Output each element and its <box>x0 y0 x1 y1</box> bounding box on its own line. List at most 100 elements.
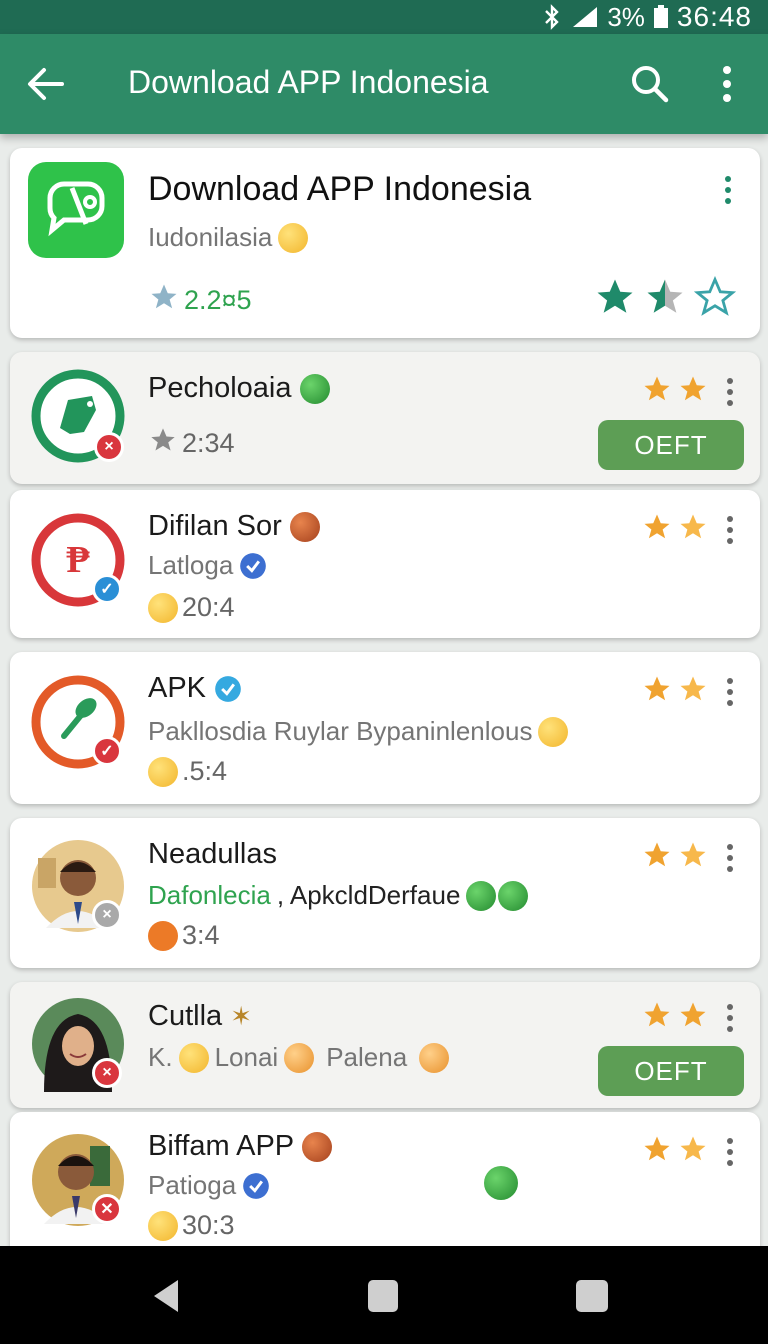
star-icon <box>644 514 670 539</box>
app-name: Biffam APP <box>148 1130 332 1163</box>
app-name-text: APK <box>148 672 207 704</box>
overflow-menu-icon[interactable] <box>712 62 742 106</box>
search-icon[interactable] <box>628 62 672 106</box>
green-face-emoji-icon <box>466 880 497 911</box>
developer-name: Pakllosdia Ruylar Bypaninlenlous <box>148 716 533 746</box>
developer-name: Patioga <box>148 1170 237 1200</box>
app-name-text: Biffam APP <box>148 1130 294 1162</box>
sparkle-icon: ✶ <box>230 1001 253 1031</box>
app-bar: Download APP Indonesia <box>0 34 768 134</box>
smiley-emoji-icon <box>419 1042 450 1073</box>
nav-recents-icon[interactable] <box>576 1280 608 1312</box>
star-icon <box>680 842 706 867</box>
smiley-emoji-icon <box>284 1042 315 1073</box>
devil-emoji-icon <box>301 1132 332 1163</box>
star-icon <box>148 426 178 461</box>
kebab-menu-icon[interactable] <box>724 376 736 408</box>
signal-icon <box>571 5 599 29</box>
close-badge-icon: × <box>92 900 122 930</box>
get-button[interactable]: OEFT <box>598 420 744 470</box>
page-title: Download APP Indonesia <box>128 64 489 100</box>
app-icon <box>28 162 124 258</box>
battery-icon <box>653 5 669 29</box>
app-developer: K. Lonai Palena <box>148 1042 450 1073</box>
kebab-menu-icon[interactable] <box>724 514 736 546</box>
star-icon <box>680 1136 706 1161</box>
featured-rating: 2.2¤5 <box>148 282 252 319</box>
nav-home-icon[interactable] <box>368 1280 398 1312</box>
app-list: Download APP Indonesia Iudonilasia 2.2¤5… <box>0 134 768 1246</box>
clock: 36:48 <box>676 1 752 32</box>
developer-name: Latloga <box>148 550 234 580</box>
star-half-icon <box>647 279 683 313</box>
subtitle-text: Iudonilasia <box>148 222 273 252</box>
smiley-emoji-icon <box>178 1042 209 1073</box>
coin-icon <box>148 756 178 787</box>
system-nav-bar <box>0 1246 768 1344</box>
star-icon <box>644 376 670 401</box>
star-icon <box>644 1136 670 1161</box>
rating-value: 30:3 <box>182 1210 235 1240</box>
green-face-emoji-icon <box>484 1166 518 1200</box>
green-face-emoji-icon <box>299 374 330 405</box>
app-name-text: Cutlla <box>148 1000 223 1032</box>
app-card[interactable]: ✕ Biffam APP Patioga 30:3 <box>10 1112 760 1246</box>
featured-app-title: Download APP Indonesia <box>148 170 532 208</box>
app-card[interactable]: ✓ APK Pakllosdia Ruylar Bypaninlenlous .… <box>10 652 760 804</box>
star-icon <box>644 842 670 867</box>
nav-back-icon[interactable] <box>150 1278 182 1314</box>
app-name: Difilan Sor <box>148 510 320 543</box>
star-icon <box>680 514 706 539</box>
verified-icon <box>240 552 267 579</box>
app-card[interactable]: × Neadullas Dafonlecia , ApkcldDerfaue 3… <box>10 818 760 968</box>
rating-value: 2.2¤5 <box>184 285 252 315</box>
battery-percent: 3% <box>607 1 645 32</box>
avatar: × <box>30 996 126 1092</box>
rating-value: 2:34 <box>182 428 235 458</box>
developer-name: Dafonlecia <box>148 880 271 910</box>
featured-app-card[interactable]: Download APP Indonesia Iudonilasia 2.2¤5 <box>10 148 760 338</box>
back-arrow-icon[interactable] <box>22 60 70 108</box>
star-icon <box>680 376 706 401</box>
kebab-menu-icon[interactable] <box>724 1136 736 1168</box>
kebab-menu-icon[interactable] <box>724 676 736 708</box>
app-developer: Dafonlecia , ApkcldDerfaue <box>148 880 529 911</box>
verified-icon <box>243 1172 270 1199</box>
coin-icon <box>148 592 178 623</box>
app-name-text: Difilan Sor <box>148 510 282 542</box>
app-name: Pecholoaia <box>148 372 330 405</box>
star-full-icon <box>597 279 633 313</box>
verified-badge-icon: ✓ <box>92 736 122 766</box>
smiley-emoji-icon <box>278 222 309 253</box>
featured-app-subtitle: Iudonilasia <box>148 222 309 253</box>
error-badge-icon: × <box>92 1058 122 1088</box>
verified-badge-icon: ✓ <box>92 574 122 604</box>
kebab-menu-icon[interactable] <box>722 174 734 206</box>
app-name: Neadullas <box>148 838 277 870</box>
avatar: × <box>30 838 126 934</box>
rating-value: .5:4 <box>182 756 228 786</box>
kebab-menu-icon[interactable] <box>724 842 736 874</box>
star-icon <box>644 1002 670 1027</box>
app-rating: 30:3 <box>148 1210 235 1241</box>
app-developer: Latloga <box>148 550 267 581</box>
app-developer: Patioga <box>148 1170 270 1201</box>
kebab-menu-icon[interactable] <box>724 1002 736 1034</box>
app-icon: × <box>30 368 126 464</box>
star-rating <box>642 674 708 704</box>
star-rating <box>642 1134 708 1164</box>
error-badge-icon: × <box>94 432 124 462</box>
developer-part: K. <box>148 1042 173 1072</box>
app-rating: 20:4 <box>148 592 235 623</box>
app-card[interactable]: × Pecholoaia 2:34 OEFT <box>10 352 760 484</box>
smiley-emoji-icon <box>538 716 569 747</box>
star-rating <box>642 840 708 870</box>
star-rating <box>642 374 708 404</box>
star-icon <box>148 282 180 319</box>
app-card[interactable]: × Cutlla ✶ K. Lonai Palena OEFT <box>10 982 760 1108</box>
app-card[interactable]: ₱ ✓ Difilan Sor Latloga 20:4 <box>10 490 760 638</box>
app-icon: ✓ <box>30 674 126 770</box>
rating-value: 20:4 <box>182 592 235 622</box>
app-icon: ₱ ✓ <box>30 512 126 608</box>
get-button[interactable]: OEFT <box>598 1046 744 1096</box>
